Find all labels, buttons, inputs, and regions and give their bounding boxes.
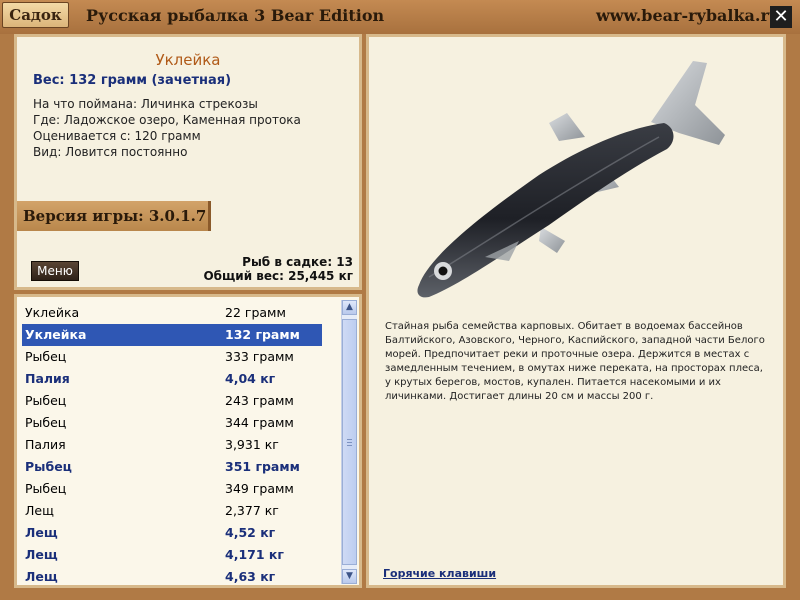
dorsal-fin — [549, 113, 585, 141]
list-item-name: Рыбец — [25, 459, 72, 474]
caught-on: На что поймана: Личинка стрекозы — [33, 97, 258, 111]
fish-name: Уклейка — [155, 51, 221, 69]
scroll-down-icon: ▼ — [346, 571, 353, 581]
list-item-name: Рыбец — [25, 415, 67, 430]
scroll-down-button[interactable]: ▼ — [342, 569, 357, 584]
tab-sadok[interactable]: Садок — [2, 2, 69, 28]
list-item-weight: 2,377 кг — [225, 503, 279, 518]
list-item-weight: 4,52 кг — [225, 525, 276, 540]
fish-detail-panel: Стайная рыба семейства карповых. Обитает… — [366, 34, 786, 588]
list-item[interactable]: Рыбец 333 грамм — [22, 346, 322, 368]
list-item[interactable]: Рыбец 243 грамм — [22, 390, 322, 412]
list-item-name: Рыбец — [25, 481, 67, 496]
list-item[interactable]: Палия 4,04 кг — [22, 368, 322, 390]
close-button[interactable]: ✕ — [770, 6, 792, 28]
list-item-name: Рыбец — [25, 349, 67, 364]
list-item-selected[interactable]: Уклейка 132 грамм — [22, 324, 322, 346]
scroll-up-icon: ▲ — [346, 302, 353, 312]
list-item-name: Палия — [25, 437, 66, 452]
scroll-up-button[interactable]: ▲ — [342, 300, 357, 315]
list-item-weight: 4,63 кг — [225, 569, 276, 584]
list-item-weight: 333 грамм — [225, 349, 294, 364]
menu-button[interactable]: Меню — [31, 261, 79, 281]
list-item[interactable]: Лещ 4,63 кг — [22, 566, 322, 588]
title-bar: Садок Русская рыбалка 3 Bear Edition www… — [0, 0, 800, 34]
list-item-name: Лещ — [25, 547, 58, 562]
app-title: Русская рыбалка 3 Bear Edition — [86, 6, 385, 25]
pelvic-fin — [539, 227, 565, 253]
list-item[interactable]: Рыбец 344 грамм — [22, 412, 322, 434]
thumb-grip — [347, 445, 352, 446]
list-item[interactable]: Рыбец 349 грамм — [22, 478, 322, 500]
list-item-name: Лещ — [25, 525, 58, 540]
list-item[interactable]: Лещ 4,171 кг — [22, 544, 322, 566]
fish-kind: Вид: Ловится постоянно — [33, 145, 188, 159]
list-item-weight: 344 грамм — [225, 415, 294, 430]
catch-location: Где: Ладожское озеро, Каменная протока — [33, 113, 301, 127]
fish-image — [417, 61, 725, 298]
hotkeys-link[interactable]: Горячие клавиши — [383, 567, 496, 580]
scrollbar[interactable]: ▲ ▼ — [341, 300, 357, 584]
scrollbar-thumb[interactable] — [342, 319, 357, 565]
thumb-grip — [347, 439, 352, 440]
fish-description: Стайная рыба семейства карповых. Обитает… — [385, 321, 765, 402]
catch-list-panel: Уклейка 22 грамм Уклейка 132 грамм Рыбец 333 … — [14, 294, 362, 588]
list-item-weight: 4,171 кг — [225, 547, 284, 562]
list-item[interactable]: Лещ 2,377 кг — [22, 500, 322, 522]
list-item-name: Рыбец — [25, 393, 67, 408]
list-item-name: Уклейка — [25, 327, 87, 342]
list-item-name: Лещ — [25, 503, 54, 518]
version-badge: Версия игры: 3.0.1.7 — [17, 201, 211, 231]
list-item-weight: 132 грамм — [225, 327, 300, 342]
close-icon: ✕ — [773, 6, 789, 27]
thumb-grip — [347, 442, 352, 443]
site-url-link[interactable]: www.bear-rybalka.ru — [596, 6, 781, 25]
list-item[interactable]: Лещ 4,52 кг — [22, 522, 322, 544]
list-item[interactable]: Палия 3,931 кг — [22, 434, 322, 456]
list-item-name: Палия — [25, 371, 70, 386]
list-item[interactable]: Уклейка 22 грамм — [22, 302, 322, 324]
valued-from: Оценивается с: 120 грамм — [33, 129, 201, 143]
fish-count: Рыб в садке: 13 — [242, 255, 353, 269]
list-item-weight: 243 грамм — [225, 393, 294, 408]
list-item-name: Уклейка — [25, 305, 80, 320]
list-item-weight: 22 грамм — [225, 305, 286, 320]
list-item-weight: 4,04 кг — [225, 371, 276, 386]
fish-body — [417, 123, 674, 298]
list-item-name: Лещ — [25, 569, 58, 584]
list-item[interactable]: Рыбец 351 грамм — [22, 456, 322, 478]
fish-info-panel: Уклейка Вес: 132 грамм (зачетная) На что… — [14, 34, 362, 290]
fish-weight: Вес: 132 грамм (зачетная) — [33, 73, 232, 88]
total-weight: Общий вес: 25,445 кг — [203, 269, 353, 283]
list-item-weight: 3,931 кг — [225, 437, 279, 452]
fish-pupil — [438, 266, 448, 276]
list-item-weight: 351 грамм — [225, 459, 300, 474]
list-item-weight: 349 грамм — [225, 481, 294, 496]
